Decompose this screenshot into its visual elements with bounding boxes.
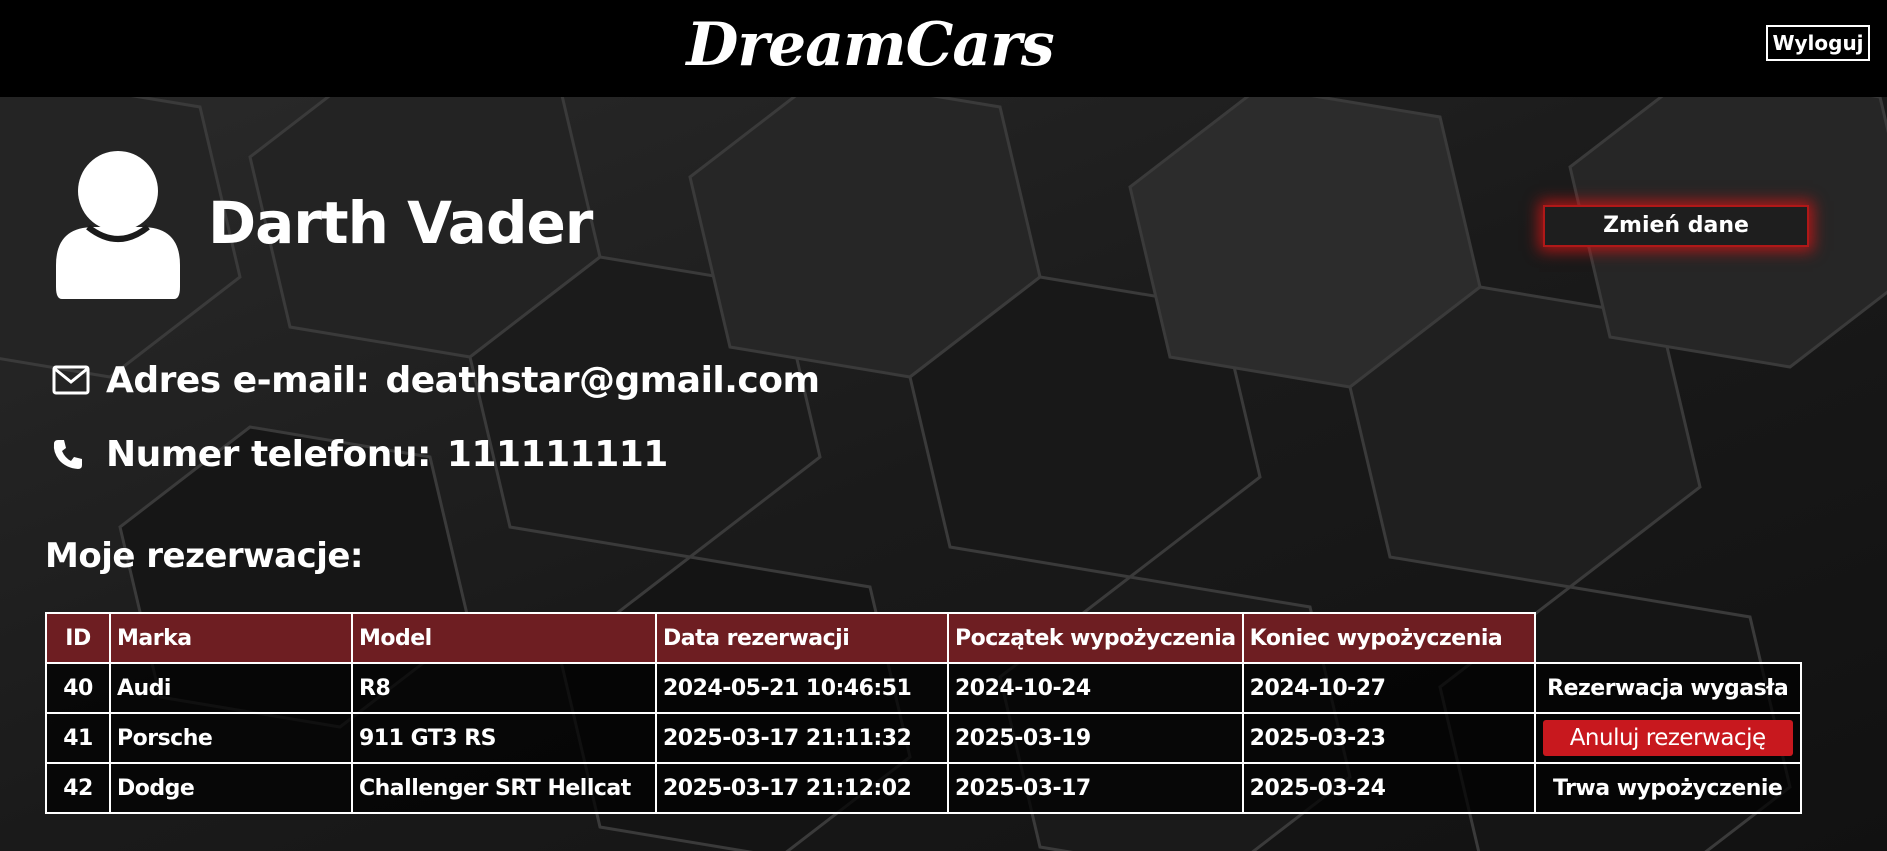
user-avatar-icon <box>54 147 182 299</box>
cell-status: Anuluj rezerwację <box>1533 712 1802 764</box>
reservations-table: ID Marka Model Data rezerwacji Początek … <box>45 612 1802 814</box>
cell-brand: Dodge <box>109 762 353 814</box>
cell-rental-start: 2024-10-24 <box>947 662 1244 714</box>
column-header-reservation-date: Data rezerwacji <box>655 612 949 664</box>
table-header-row: ID Marka Model Data rezerwacji Początek … <box>45 612 1801 664</box>
column-header-status <box>1534 613 1801 664</box>
cell-rental-end: 2025-03-23 <box>1241 712 1536 764</box>
column-header-id: ID <box>45 612 111 664</box>
phone-label: Numer telefonu: <box>106 433 431 475</box>
cell-model: Challenger SRT Hellcat <box>351 762 657 814</box>
envelope-icon <box>52 360 92 400</box>
cell-rental-end: 2024-10-27 <box>1241 662 1536 714</box>
cell-id: 41 <box>45 712 111 764</box>
cell-id: 42 <box>45 762 111 814</box>
email-label: Adres e-mail: <box>106 359 370 401</box>
phone-row: Numer telefonu: 111111111 <box>52 432 668 476</box>
cell-rental-start: 2025-03-19 <box>947 712 1244 764</box>
logout-button[interactable]: Wyloguj <box>1766 25 1870 61</box>
cell-id: 40 <box>45 662 111 714</box>
column-header-model: Model <box>351 612 657 664</box>
cell-model: 911 GT3 RS <box>351 712 657 764</box>
cell-rental-start: 2025-03-17 <box>947 762 1244 814</box>
cell-model: R8 <box>351 662 657 714</box>
cancel-reservation-button[interactable]: Anuluj rezerwację <box>1542 720 1793 756</box>
reservations-title: Moje rezerwacje: <box>45 536 364 576</box>
column-header-rental-start: Początek wypożyczenia <box>947 612 1244 664</box>
column-header-brand: Marka <box>109 612 353 664</box>
table-row: 41 Porsche 911 GT3 RS 2025-03-17 21:11:3… <box>45 712 1802 764</box>
column-header-rental-end: Koniec wypożyczenia <box>1241 612 1536 664</box>
cell-brand: Audi <box>109 662 353 714</box>
profile-name: Darth Vader <box>208 189 593 257</box>
table-row: 42 Dodge Challenger SRT Hellcat 2025-03-… <box>45 762 1802 814</box>
phone-value: 111111111 <box>446 433 668 475</box>
cell-status: Rezerwacja wygasła <box>1533 662 1802 714</box>
email-row: Adres e-mail: deathstar@gmail.com <box>52 358 820 402</box>
cell-reservation-date: 2024-05-21 10:46:51 <box>655 662 949 714</box>
cell-status: Trwa wypożyczenie <box>1533 762 1802 814</box>
edit-profile-button[interactable]: Zmień dane <box>1543 205 1809 247</box>
phone-icon <box>52 434 92 474</box>
cell-rental-end: 2025-03-24 <box>1241 762 1536 814</box>
cell-brand: Porsche <box>109 712 353 764</box>
table-row: 40 Audi R8 2024-05-21 10:46:51 2024-10-2… <box>45 662 1802 714</box>
cell-reservation-date: 2025-03-17 21:12:02 <box>655 762 949 814</box>
cell-reservation-date: 2025-03-17 21:11:32 <box>655 712 949 764</box>
top-navbar: DreamCars Wyloguj <box>0 0 1887 97</box>
email-value: deathstar@gmail.com <box>385 359 821 401</box>
brand-logo[interactable]: DreamCars <box>0 10 1740 80</box>
